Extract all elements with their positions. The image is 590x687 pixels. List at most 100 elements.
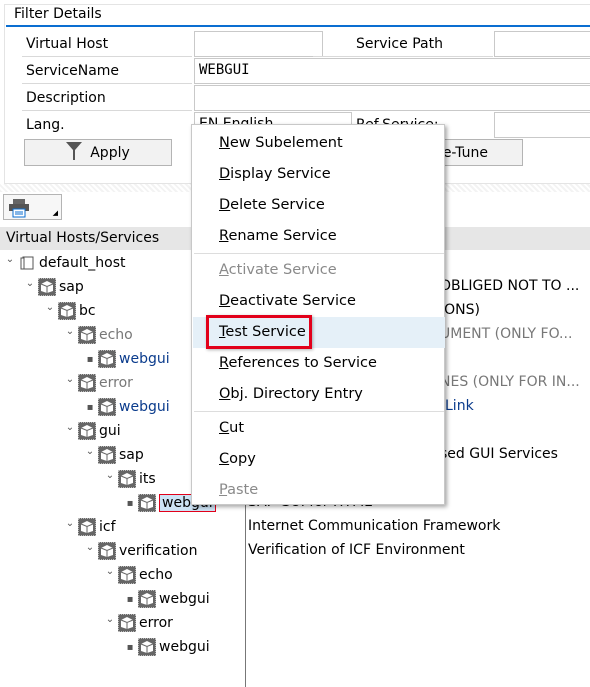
- dropdown-arrow-icon[interactable]: ◢: [53, 209, 58, 217]
- tree-node[interactable]: ▪ webgui: [124, 587, 210, 611]
- package-icon: [138, 494, 156, 512]
- tree-node-label[interactable]: default_host: [39, 255, 125, 271]
- tree-node[interactable]: ▪ webgui: [124, 635, 210, 659]
- package-icon: [118, 566, 136, 584]
- virtual-host-input[interactable]: [194, 31, 323, 57]
- description-text: OBLIGED NOT TO ...: [440, 278, 580, 294]
- menu-item-delete-service[interactable]: Delete Service: [193, 190, 445, 221]
- expand-chevron-icon[interactable]: ⌄: [64, 422, 76, 433]
- package-icon: [98, 350, 116, 368]
- tree-node-label[interactable]: echo: [139, 567, 173, 583]
- leaf-bullet-icon: ▪: [86, 401, 94, 413]
- menu-item-new-subelement[interactable]: New Subelement: [193, 128, 445, 159]
- tree-node[interactable]: ⌄ verification: [84, 539, 197, 563]
- tree-node[interactable]: ⌄ icf: [64, 515, 116, 539]
- description-input[interactable]: [194, 85, 590, 111]
- tree-node-label[interactable]: webgui: [159, 591, 210, 607]
- tree-node[interactable]: ⌄ error: [104, 611, 173, 635]
- expand-chevron-icon[interactable]: ⌄: [64, 374, 76, 385]
- virtual-host-label: Virtual Host: [26, 36, 109, 52]
- package-icon: [98, 398, 116, 416]
- description-text: NES (ONLY FOR IN...: [440, 374, 580, 390]
- package-icon: [98, 446, 116, 464]
- expand-chevron-icon[interactable]: ⌄: [104, 566, 116, 577]
- row-divider: [22, 83, 192, 84]
- tree-node[interactable]: ⌄ bc: [44, 299, 96, 323]
- apply-button[interactable]: Apply: [24, 139, 172, 166]
- menu-separator: [194, 253, 444, 254]
- menu-item-rename-service[interactable]: Rename Service: [193, 221, 445, 252]
- tree-node-label[interactable]: gui: [99, 423, 121, 439]
- description-text: Link: [445, 398, 474, 414]
- menu-item-copy[interactable]: Copy: [193, 444, 445, 475]
- description-text: Internet Communication Framework: [248, 518, 501, 534]
- package-icon: [78, 422, 96, 440]
- package-icon: [138, 590, 156, 608]
- expand-chevron-icon[interactable]: ⌄: [104, 470, 116, 481]
- tree-node-label[interactable]: webgui: [119, 351, 170, 367]
- description-label: Description: [26, 90, 106, 106]
- column-divider[interactable]: [245, 500, 246, 687]
- tree-node[interactable]: ⌄ its: [104, 467, 156, 491]
- ref-service-input[interactable]: [494, 112, 590, 138]
- leaf-bullet-icon: ▪: [126, 497, 134, 509]
- service-path-label: Service Path: [356, 36, 443, 52]
- tree-node[interactable]: ▪ webgui: [84, 347, 170, 371]
- menu-item-cut[interactable]: Cut: [193, 413, 445, 444]
- package-icon: [98, 542, 116, 560]
- tree-node-label[interactable]: webgui: [119, 399, 170, 415]
- package-icon: [78, 518, 96, 536]
- description-text: Verification of ICF Environment: [248, 542, 465, 558]
- menu-item-paste: Paste: [219, 482, 259, 498]
- filter-details-title: Filter Details: [14, 6, 102, 22]
- description-text: UMENT (ONLY FO...: [440, 326, 573, 342]
- title-underline: [6, 25, 590, 27]
- leaf-bullet-icon: ▪: [86, 353, 94, 365]
- expand-chevron-icon[interactable]: ⌄: [84, 446, 96, 457]
- service-name-input[interactable]: WEBGUI: [194, 58, 590, 84]
- tree-node[interactable]: ⌄ error: [64, 371, 133, 395]
- package-icon: [38, 278, 56, 296]
- tree-node[interactable]: ⌄ echo: [104, 563, 173, 587]
- apply-label: Apply: [90, 144, 130, 161]
- tree-node[interactable]: ⌄ gui: [64, 419, 121, 443]
- service-name-label: ServiceName: [26, 63, 120, 79]
- host-icon: [18, 254, 36, 272]
- tree-node-label[interactable]: sap: [119, 447, 144, 463]
- expand-chevron-icon[interactable]: ⌄: [84, 542, 96, 553]
- lang-label: Lang.: [26, 117, 65, 133]
- tree-node[interactable]: ⌄ default_host: [4, 251, 125, 275]
- tree-node[interactable]: ⌄ echo: [64, 323, 133, 347]
- tree-node-label[interactable]: error: [99, 375, 133, 391]
- expand-chevron-icon[interactable]: ⌄: [64, 326, 76, 337]
- tree-node-label[interactable]: bc: [79, 303, 96, 319]
- expand-chevron-icon[interactable]: ⌄: [64, 518, 76, 529]
- tree-node-label[interactable]: icf: [99, 519, 116, 535]
- package-icon: [78, 326, 96, 344]
- context-menu: New Subelement Display Service Delete Serv…: [191, 124, 445, 505]
- menu-item-obj-directory-entry[interactable]: Obj. Directory Entry: [193, 379, 445, 410]
- tree-node[interactable]: ▪ webgui: [84, 395, 170, 419]
- tree-node-label[interactable]: error: [139, 615, 173, 631]
- tree-node-label[interactable]: verification: [119, 543, 197, 559]
- tree-node[interactable]: ⌄ sap: [24, 275, 84, 299]
- expand-chevron-icon[interactable]: ⌄: [44, 302, 56, 313]
- menu-item-deactivate-service[interactable]: Deactivate Service: [193, 286, 445, 317]
- expand-chevron-icon[interactable]: ⌄: [24, 278, 36, 289]
- menu-separator: [194, 411, 444, 412]
- print-button[interactable]: ◢: [3, 194, 62, 220]
- service-path-input[interactable]: [494, 31, 590, 57]
- tree-node[interactable]: ⌄ sap: [84, 443, 144, 467]
- tree-node-label[interactable]: its: [139, 471, 156, 487]
- description-text: IONS): [440, 302, 480, 318]
- package-icon: [118, 614, 136, 632]
- expand-chevron-icon[interactable]: ⌄: [104, 614, 116, 625]
- row-divider: [313, 56, 493, 57]
- tree-node-label[interactable]: sap: [59, 279, 84, 295]
- menu-item-references-to-service[interactable]: References to Service: [193, 348, 445, 379]
- row-divider: [22, 110, 192, 111]
- expand-chevron-icon[interactable]: ⌄: [4, 254, 16, 265]
- menu-item-display-service[interactable]: Display Service: [193, 159, 445, 190]
- tree-node-label[interactable]: echo: [99, 327, 133, 343]
- tree-node-label[interactable]: webgui: [159, 639, 210, 655]
